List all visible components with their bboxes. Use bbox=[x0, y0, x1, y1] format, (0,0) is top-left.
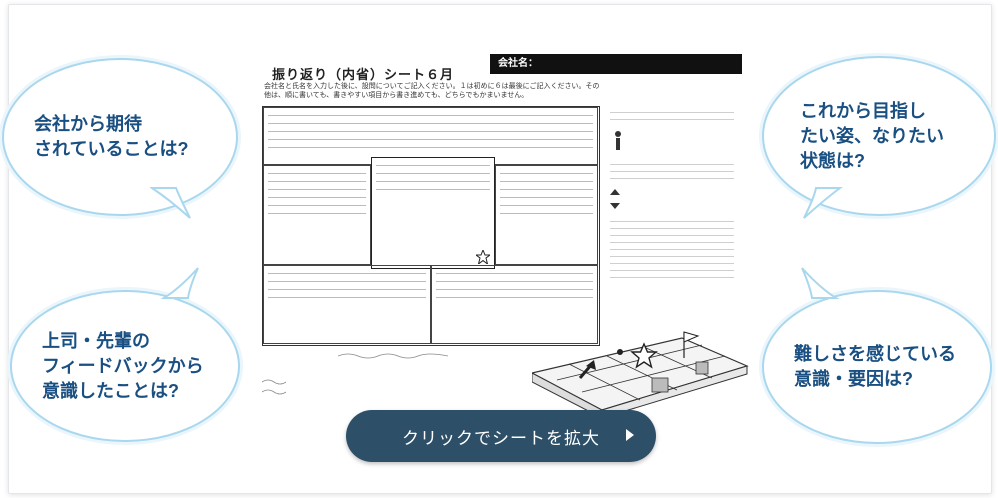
question-bubble-company-expectation: 会社から期待 されていることは? bbox=[2, 58, 238, 216]
grid-cell-center bbox=[371, 157, 495, 269]
handwritten-note bbox=[337, 352, 449, 362]
bubble-tail bbox=[803, 187, 843, 219]
sheet-instructions: 会社名と氏名を入力した後に、設問についてご記入ください。１は初めに６は最後にご記… bbox=[264, 82, 600, 99]
person-icon bbox=[615, 131, 621, 150]
handwritten-note-2 bbox=[261, 378, 292, 400]
star-icon bbox=[476, 250, 490, 264]
up-down-arrow-icon bbox=[610, 189, 620, 209]
bubble-text-line: 状態は? bbox=[800, 150, 865, 171]
bubble-text-line: 意識したことは? bbox=[42, 380, 179, 401]
grid-cell-4 bbox=[263, 265, 431, 344]
bubble-text-line: 意識・要因は? bbox=[794, 369, 913, 389]
bubble-text-line: フィードバックから bbox=[42, 355, 204, 376]
enlarge-sheet-label: クリックでシートを拡大 bbox=[402, 428, 600, 448]
bubble-text-line: 会社から期待 bbox=[34, 114, 142, 134]
approach-guide bbox=[610, 106, 734, 346]
question-bubble-goal-state: これから目指し たい姿、なりたい 状態は? bbox=[762, 56, 996, 216]
enlarge-sheet-button[interactable]: クリックでシートを拡大 bbox=[346, 410, 656, 462]
bubble-text-line: 難しさを感じている bbox=[794, 344, 956, 364]
company-name-field: 会社名： bbox=[490, 54, 742, 74]
play-triangle-icon bbox=[626, 429, 634, 441]
reflection-grid bbox=[262, 106, 600, 346]
bubble-tail bbox=[801, 267, 840, 299]
bubble-tail bbox=[160, 267, 199, 299]
question-bubble-difficulty: 難しさを感じている 意識・要因は? bbox=[762, 290, 992, 444]
sheet-title: 振り返り（内省）シート６月 bbox=[272, 68, 455, 83]
grid-cell-3 bbox=[495, 165, 598, 265]
question-bubble-feedback: 上司・先輩の フィードバックから 意識したことは? bbox=[10, 290, 240, 442]
bubble-text-line: 上司・先輩の bbox=[42, 330, 150, 351]
bubble-tail bbox=[150, 187, 191, 219]
board-illustration bbox=[532, 331, 749, 418]
grid-cell-2 bbox=[263, 165, 371, 265]
bubble-text-line: たい姿、なりたい bbox=[800, 125, 944, 146]
bubble-text-line: されていることは? bbox=[34, 139, 189, 159]
bubble-text-line: これから目指し bbox=[800, 100, 926, 121]
